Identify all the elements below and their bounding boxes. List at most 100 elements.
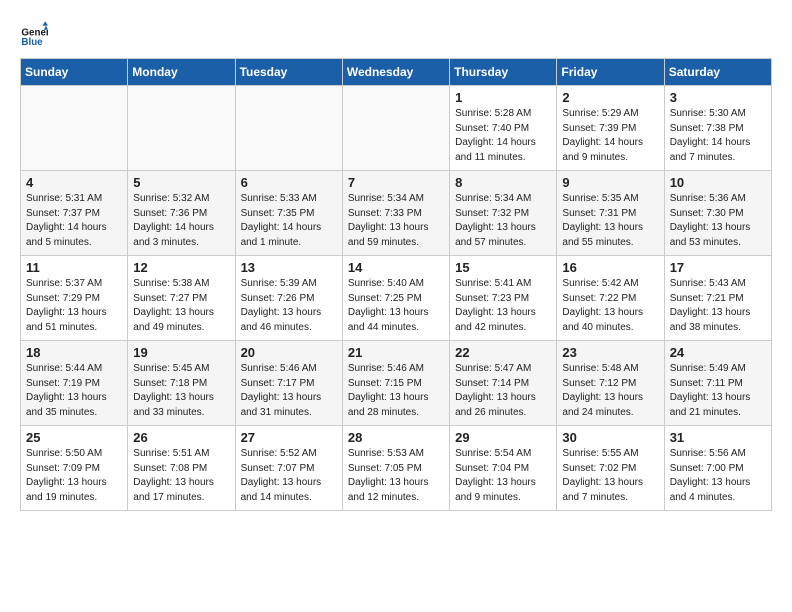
day-number: 20	[241, 345, 337, 360]
day-info: Sunrise: 5:39 AM Sunset: 7:26 PM Dayligh…	[241, 277, 337, 335]
header-tuesday: Tuesday	[235, 59, 342, 86]
day-info: Sunrise: 5:42 AM Sunset: 7:22 PM Dayligh…	[562, 277, 658, 335]
day-info: Sunrise: 5:32 AM Sunset: 7:36 PM Dayligh…	[133, 192, 229, 250]
calendar-cell: 13 Sunrise: 5:39 AM Sunset: 7:26 PM Dayli…	[235, 256, 342, 341]
day-info: Sunrise: 5:35 AM Sunset: 7:31 PM Dayligh…	[562, 192, 658, 250]
day-info: Sunrise: 5:41 AM Sunset: 7:23 PM Dayligh…	[455, 277, 551, 335]
day-info: Sunrise: 5:47 AM Sunset: 7:14 PM Dayligh…	[455, 362, 551, 420]
calendar-week-row: 11 Sunrise: 5:37 AM Sunset: 7:29 PM Dayli…	[21, 256, 772, 341]
day-number: 31	[670, 430, 766, 445]
day-number: 9	[562, 175, 658, 190]
day-info: Sunrise: 5:48 AM Sunset: 7:12 PM Dayligh…	[562, 362, 658, 420]
day-info: Sunrise: 5:37 AM Sunset: 7:29 PM Dayligh…	[26, 277, 122, 335]
day-number: 2	[562, 90, 658, 105]
day-info: Sunrise: 5:44 AM Sunset: 7:19 PM Dayligh…	[26, 362, 122, 420]
day-number: 12	[133, 260, 229, 275]
header-sunday: Sunday	[21, 59, 128, 86]
day-number: 29	[455, 430, 551, 445]
day-number: 22	[455, 345, 551, 360]
day-number: 11	[26, 260, 122, 275]
day-number: 13	[241, 260, 337, 275]
day-info: Sunrise: 5:34 AM Sunset: 7:32 PM Dayligh…	[455, 192, 551, 250]
calendar-cell: 12 Sunrise: 5:38 AM Sunset: 7:27 PM Dayli…	[128, 256, 235, 341]
page-header: General Blue	[20, 20, 772, 48]
calendar-cell: 18 Sunrise: 5:44 AM Sunset: 7:19 PM Dayli…	[21, 341, 128, 426]
day-info: Sunrise: 5:29 AM Sunset: 7:39 PM Dayligh…	[562, 107, 658, 165]
svg-text:Blue: Blue	[21, 37, 43, 48]
day-info: Sunrise: 5:49 AM Sunset: 7:11 PM Dayligh…	[670, 362, 766, 420]
day-info: Sunrise: 5:46 AM Sunset: 7:15 PM Dayligh…	[348, 362, 444, 420]
day-number: 8	[455, 175, 551, 190]
calendar-cell: 3 Sunrise: 5:30 AM Sunset: 7:38 PM Daylig…	[664, 86, 771, 171]
day-info: Sunrise: 5:46 AM Sunset: 7:17 PM Dayligh…	[241, 362, 337, 420]
day-info: Sunrise: 5:40 AM Sunset: 7:25 PM Dayligh…	[348, 277, 444, 335]
calendar-cell: 7 Sunrise: 5:34 AM Sunset: 7:33 PM Daylig…	[342, 171, 449, 256]
day-info: Sunrise: 5:34 AM Sunset: 7:33 PM Dayligh…	[348, 192, 444, 250]
day-number: 21	[348, 345, 444, 360]
day-info: Sunrise: 5:51 AM Sunset: 7:08 PM Dayligh…	[133, 447, 229, 505]
day-info: Sunrise: 5:53 AM Sunset: 7:05 PM Dayligh…	[348, 447, 444, 505]
day-info: Sunrise: 5:56 AM Sunset: 7:00 PM Dayligh…	[670, 447, 766, 505]
calendar-cell: 27 Sunrise: 5:52 AM Sunset: 7:07 PM Dayli…	[235, 426, 342, 511]
logo-icon: General Blue	[20, 20, 48, 48]
calendar-cell	[21, 86, 128, 171]
day-info: Sunrise: 5:52 AM Sunset: 7:07 PM Dayligh…	[241, 447, 337, 505]
calendar-cell: 25 Sunrise: 5:50 AM Sunset: 7:09 PM Dayli…	[21, 426, 128, 511]
day-info: Sunrise: 5:30 AM Sunset: 7:38 PM Dayligh…	[670, 107, 766, 165]
calendar-cell: 20 Sunrise: 5:46 AM Sunset: 7:17 PM Dayli…	[235, 341, 342, 426]
header-wednesday: Wednesday	[342, 59, 449, 86]
calendar-cell: 4Sunrise: 5:31 AM Sunset: 7:37 PM Daylig…	[21, 171, 128, 256]
day-info: Sunrise: 5:45 AM Sunset: 7:18 PM Dayligh…	[133, 362, 229, 420]
calendar-cell: 21 Sunrise: 5:46 AM Sunset: 7:15 PM Dayli…	[342, 341, 449, 426]
calendar-cell: 26 Sunrise: 5:51 AM Sunset: 7:08 PM Dayli…	[128, 426, 235, 511]
day-number: 24	[670, 345, 766, 360]
calendar-cell: 2 Sunrise: 5:29 AM Sunset: 7:39 PM Daylig…	[557, 86, 664, 171]
header-friday: Friday	[557, 59, 664, 86]
day-number: 15	[455, 260, 551, 275]
calendar-cell	[342, 86, 449, 171]
calendar-cell: 23Sunrise: 5:48 AM Sunset: 7:12 PM Dayli…	[557, 341, 664, 426]
calendar-cell: 11 Sunrise: 5:37 AM Sunset: 7:29 PM Dayli…	[21, 256, 128, 341]
calendar-header-row: SundayMondayTuesdayWednesdayThursdayFrid…	[21, 59, 772, 86]
day-number: 5	[133, 175, 229, 190]
calendar-cell: 14Sunrise: 5:40 AM Sunset: 7:25 PM Dayli…	[342, 256, 449, 341]
day-info: Sunrise: 5:54 AM Sunset: 7:04 PM Dayligh…	[455, 447, 551, 505]
calendar-cell: 22 Sunrise: 5:47 AM Sunset: 7:14 PM Dayli…	[450, 341, 557, 426]
calendar-cell: 29 Sunrise: 5:54 AM Sunset: 7:04 PM Dayli…	[450, 426, 557, 511]
header-saturday: Saturday	[664, 59, 771, 86]
header-thursday: Thursday	[450, 59, 557, 86]
day-number: 25	[26, 430, 122, 445]
day-info: Sunrise: 5:38 AM Sunset: 7:27 PM Dayligh…	[133, 277, 229, 335]
day-number: 27	[241, 430, 337, 445]
day-info: Sunrise: 5:50 AM Sunset: 7:09 PM Dayligh…	[26, 447, 122, 505]
calendar-week-row: 1Sunrise: 5:28 AM Sunset: 7:40 PM Daylig…	[21, 86, 772, 171]
calendar-cell: 5 Sunrise: 5:32 AM Sunset: 7:36 PM Daylig…	[128, 171, 235, 256]
day-number: 30	[562, 430, 658, 445]
calendar-week-row: 18 Sunrise: 5:44 AM Sunset: 7:19 PM Dayli…	[21, 341, 772, 426]
calendar-cell: 15 Sunrise: 5:41 AM Sunset: 7:23 PM Dayli…	[450, 256, 557, 341]
calendar-cell	[235, 86, 342, 171]
calendar-cell: 8 Sunrise: 5:34 AM Sunset: 7:32 PM Daylig…	[450, 171, 557, 256]
calendar-cell: 28 Sunrise: 5:53 AM Sunset: 7:05 PM Dayli…	[342, 426, 449, 511]
calendar-cell: 17Sunrise: 5:43 AM Sunset: 7:21 PM Dayli…	[664, 256, 771, 341]
calendar-cell: 1Sunrise: 5:28 AM Sunset: 7:40 PM Daylig…	[450, 86, 557, 171]
day-info: Sunrise: 5:28 AM Sunset: 7:40 PM Dayligh…	[455, 107, 551, 165]
day-info: Sunrise: 5:33 AM Sunset: 7:35 PM Dayligh…	[241, 192, 337, 250]
day-number: 26	[133, 430, 229, 445]
day-number: 3	[670, 90, 766, 105]
header-monday: Monday	[128, 59, 235, 86]
calendar-cell: 30Sunrise: 5:55 AM Sunset: 7:02 PM Dayli…	[557, 426, 664, 511]
calendar-cell: 19Sunrise: 5:45 AM Sunset: 7:18 PM Dayli…	[128, 341, 235, 426]
day-number: 6	[241, 175, 337, 190]
day-info: Sunrise: 5:31 AM Sunset: 7:37 PM Dayligh…	[26, 192, 122, 250]
day-info: Sunrise: 5:43 AM Sunset: 7:21 PM Dayligh…	[670, 277, 766, 335]
calendar-cell: 9 Sunrise: 5:35 AM Sunset: 7:31 PM Daylig…	[557, 171, 664, 256]
day-number: 28	[348, 430, 444, 445]
day-number: 10	[670, 175, 766, 190]
calendar-cell: 24 Sunrise: 5:49 AM Sunset: 7:11 PM Dayli…	[664, 341, 771, 426]
day-number: 18	[26, 345, 122, 360]
day-number: 7	[348, 175, 444, 190]
day-number: 16	[562, 260, 658, 275]
calendar-cell: 16 Sunrise: 5:42 AM Sunset: 7:22 PM Dayli…	[557, 256, 664, 341]
calendar-cell: 6 Sunrise: 5:33 AM Sunset: 7:35 PM Daylig…	[235, 171, 342, 256]
